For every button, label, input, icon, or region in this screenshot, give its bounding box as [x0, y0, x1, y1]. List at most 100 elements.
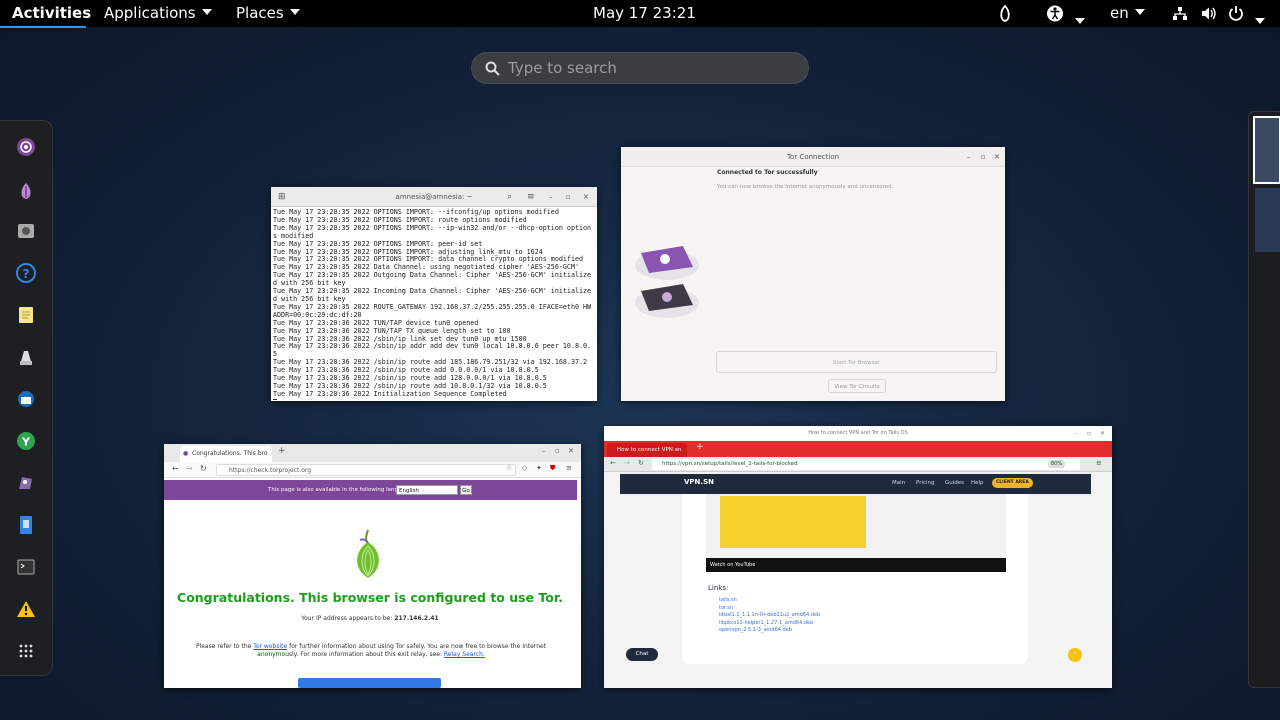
close-button[interactable]: ✕ — [1100, 426, 1105, 441]
activities-button[interactable]: Activities — [12, 0, 91, 27]
back-icon[interactable]: ← — [172, 464, 179, 473]
language-menu[interactable]: en — [1110, 0, 1145, 27]
search-icon — [485, 61, 500, 76]
volume-icon[interactable] — [1200, 0, 1218, 27]
minimize-button[interactable]: – — [549, 187, 553, 207]
files-icon[interactable] — [14, 345, 38, 369]
new-tab-button[interactable]: + — [696, 442, 704, 452]
bookmark-star-icon[interactable]: ☆ — [506, 464, 512, 472]
link-item[interactable]: libpkcs11-helper1_1.27-1_amd64.deb — [719, 620, 820, 628]
terminal-output[interactable]: Tue May 17 23:20:35 2022 OPTIONS IMPORT:… — [271, 207, 597, 400]
menu-icon[interactable]: ≡ — [527, 187, 535, 207]
nav-help[interactable]: Help — [971, 480, 984, 486]
text-editor-icon[interactable] — [14, 303, 38, 327]
minimize-button[interactable]: – — [1074, 426, 1077, 441]
link-item[interactable]: tor.sn — [719, 605, 820, 613]
vpn-browser-window[interactable]: How to connect VPN and Tor on Tails OS –… — [604, 426, 1112, 688]
scroll-top-button[interactable]: ⌃ — [1068, 648, 1082, 662]
menu-icon[interactable]: ≡ — [1096, 459, 1102, 467]
tor-website-link[interactable]: Tor website — [253, 643, 287, 650]
document-icon[interactable] — [14, 513, 38, 537]
new-tab-button[interactable]: + — [278, 446, 286, 456]
screenshot-icon[interactable] — [14, 219, 38, 243]
close-button[interactable]: ✕ — [994, 147, 1000, 167]
forward-icon[interactable]: → — [186, 464, 193, 473]
terminal-line: Tue May 17 23:20:35 2022 ROUTE_GATEWAY 1… — [273, 302, 592, 319]
applications-menu[interactable]: Applications — [104, 0, 212, 27]
network-icon[interactable] — [1172, 0, 1188, 27]
tor-browser-window[interactable]: ● Congratulations. This bro + – ▫ ✕ ← → ↻… — [164, 444, 581, 688]
workspace-switcher[interactable] — [1248, 111, 1280, 688]
tor-status-icon[interactable] — [997, 0, 1013, 27]
workspace-thumbnail[interactable] — [1253, 116, 1280, 184]
go-button[interactable]: Go — [460, 485, 472, 495]
link-item[interactable]: openvpn_2.5.1-3_amd64.deb — [719, 627, 820, 635]
zoom-level[interactable]: 80% — [1048, 460, 1066, 468]
maximize-button[interactable]: ▫ — [555, 447, 560, 455]
chevron-down-icon — [1134, 8, 1145, 15]
new-tab-icon[interactable]: ⊞ — [278, 187, 286, 207]
link-item[interactable]: libssl1.1_1.1.1n-0+deb11u2_amd64.deb — [719, 612, 820, 620]
donate-button[interactable] — [298, 678, 441, 688]
relay-search-link[interactable]: Relay Search. — [444, 651, 485, 658]
tab-congratulations[interactable]: ● Congratulations. This bro — [180, 446, 272, 462]
accessibility-menu[interactable] — [1046, 0, 1085, 27]
minimize-button[interactable]: – — [967, 147, 971, 167]
search-icon[interactable]: ⌕ — [507, 187, 512, 207]
maximize-button[interactable]: ▫ — [1087, 426, 1091, 441]
reload-icon[interactable]: ↻ — [638, 459, 644, 467]
close-button[interactable]: ✕ — [568, 447, 574, 455]
nav-main[interactable]: Main — [892, 480, 905, 486]
ip-address: 217.146.2.41 — [394, 615, 439, 622]
close-button[interactable]: ✕ — [583, 187, 589, 207]
nav-guides[interactable]: Guides — [945, 480, 964, 486]
clock[interactable]: May 17 23:21 — [593, 0, 696, 27]
tor-connection-window[interactable]: Tor Connection – ▫ ✕ Connected to Tor su… — [621, 147, 1005, 401]
electrum-icon[interactable]: Y — [14, 429, 38, 453]
noscript-icon[interactable]: ⛊ — [550, 464, 555, 473]
security-level-icon[interactable]: ✦ — [536, 464, 542, 472]
nav-pricing[interactable]: Pricing — [916, 480, 935, 486]
vpn-tab[interactable]: How to connect VPN an — [607, 443, 687, 457]
minimize-button[interactable]: – — [542, 447, 546, 455]
onion-circuits-icon[interactable] — [14, 179, 38, 203]
forward-icon[interactable]: → — [624, 459, 630, 467]
terminal-icon[interactable] — [14, 555, 38, 579]
vpn-url-bar[interactable]: https://vpn.sn/setup/tails/level_2-tails… — [652, 459, 1080, 470]
thunderbird-icon[interactable] — [14, 387, 38, 411]
shield-icon[interactable]: ◇ — [522, 464, 527, 472]
search-box[interactable] — [471, 52, 809, 84]
links-heading: Links: — [708, 584, 729, 592]
pidgin-icon[interactable] — [14, 471, 38, 495]
workspace-thumbnail[interactable] — [1255, 188, 1280, 252]
search-input[interactable] — [508, 53, 798, 83]
language-select[interactable]: English — [396, 485, 458, 495]
tor-browser-icon[interactable] — [14, 135, 38, 159]
unsafe-browser-warning-icon[interactable] — [14, 597, 38, 621]
ip-label: Your IP address appears to be: — [301, 615, 393, 622]
menu-icon[interactable]: ≡ — [566, 464, 572, 472]
video-embed[interactable]: Watch on YouTube — [706, 494, 1006, 572]
maximize-button[interactable]: ▫ — [566, 187, 571, 207]
language-bar: This page is also available in the follo… — [164, 480, 577, 500]
terminal-titlebar[interactable]: ⊞ amnesia@amnesia: ~ ⌕ ≡ – ▫ ✕ — [271, 187, 597, 207]
vpn-tab-strip: How to connect VPN an + — [604, 441, 1112, 457]
youtube-bar[interactable]: Watch on YouTube — [706, 558, 1006, 572]
power-menu[interactable] — [1228, 0, 1265, 27]
chat-button[interactable]: Chat — [626, 648, 658, 661]
youtube-caption: Watch on YouTube — [710, 562, 756, 568]
client-area-button[interactable]: CLIENT AREA — [992, 478, 1033, 488]
url-bar[interactable]: https://check.torproject.org — [216, 464, 516, 476]
terminal-window[interactable]: ⊞ amnesia@amnesia: ~ ⌕ ≡ – ▫ ✕ Tue May 1… — [271, 187, 597, 401]
link-item[interactable]: tails.sn — [719, 597, 820, 605]
start-tor-browser-button[interactable]: Start Tor Browser — [716, 351, 997, 373]
vpn-window-titlebar[interactable]: How to connect VPN and Tor on Tails OS –… — [604, 426, 1112, 441]
back-icon[interactable]: ← — [610, 459, 616, 467]
places-menu[interactable]: Places — [236, 0, 300, 27]
maximize-button[interactable]: ▫ — [981, 147, 986, 167]
view-tor-circuits-button[interactable]: View Tor Circuits — [828, 379, 886, 393]
reload-icon[interactable]: ↻ — [200, 464, 207, 473]
show-applications-icon[interactable] — [14, 639, 38, 663]
tor-connection-titlebar[interactable]: Tor Connection – ▫ ✕ — [621, 147, 1005, 167]
help-icon[interactable]: ? — [14, 261, 38, 285]
